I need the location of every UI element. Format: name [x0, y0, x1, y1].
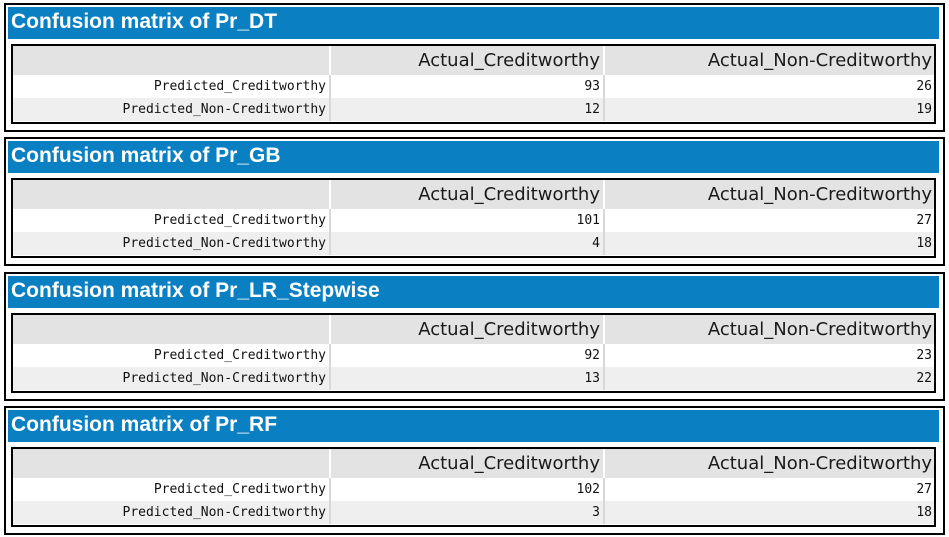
row-label-predicted-non-creditworthy: Predicted_Non-Creditworthy — [122, 371, 327, 386]
row-label-predicted-non-creditworthy: Predicted_Non-Creditworthy — [122, 505, 327, 520]
table-row: Predicted_Non-Creditworthy 13 22 — [13, 367, 934, 390]
column-header-actual-creditworthy: Actual_Creditworthy — [329, 180, 603, 209]
table-header-row: Actual_Creditworthy Actual_Non-Creditwor… — [13, 449, 934, 478]
row-label-predicted-creditworthy: Predicted_Creditworthy — [153, 348, 326, 363]
column-header-actual-non-creditworthy: Actual_Non-Creditworthy — [603, 46, 934, 75]
cell-value: 18 — [603, 232, 934, 255]
cell-value: 93 — [329, 75, 603, 98]
cell-value: 26 — [603, 75, 934, 98]
confusion-matrix-panels: Confusion matrix of Pr_DT Actual_Creditw… — [0, 0, 949, 537]
cell-value: 23 — [603, 344, 934, 367]
table-header-row: Actual_Creditworthy Actual_Non-Creditwor… — [13, 180, 934, 209]
cell-value: 3 — [329, 501, 603, 524]
cell-value: 102 — [329, 478, 603, 501]
confusion-matrix-panel-gb: Confusion matrix of Pr_GB Actual_Creditw… — [4, 137, 945, 266]
corner-header-cell — [13, 180, 329, 209]
row-label-predicted-creditworthy: Predicted_Creditworthy — [153, 213, 326, 228]
cell-value: 27 — [603, 209, 934, 232]
column-header-actual-creditworthy: Actual_Creditworthy — [329, 46, 603, 75]
confusion-matrix-panel-rf: Confusion matrix of Pr_RF Actual_Creditw… — [4, 406, 945, 535]
cell-value: 18 — [603, 501, 934, 524]
table-row: Predicted_Creditworthy 92 23 — [13, 344, 934, 367]
table-row: Predicted_Non-Creditworthy 12 19 — [13, 98, 934, 121]
table-row: Predicted_Non-Creditworthy 3 18 — [13, 501, 934, 524]
row-label-predicted-non-creditworthy: Predicted_Non-Creditworthy — [122, 102, 327, 117]
confusion-matrix-table: Actual_Creditworthy Actual_Non-Creditwor… — [11, 44, 936, 124]
column-header-actual-non-creditworthy: Actual_Non-Creditworthy — [603, 180, 934, 209]
confusion-matrix-table: Actual_Creditworthy Actual_Non-Creditwor… — [11, 313, 936, 393]
panel-title: Confusion matrix of Pr_DT — [8, 7, 939, 39]
confusion-matrix-table: Actual_Creditworthy Actual_Non-Creditwor… — [11, 178, 936, 258]
column-header-actual-non-creditworthy: Actual_Non-Creditworthy — [603, 449, 934, 478]
panel-title: Confusion matrix of Pr_RF — [8, 410, 939, 442]
panel-title: Confusion matrix of Pr_GB — [8, 141, 939, 173]
cell-value: 19 — [603, 98, 934, 121]
table-header-row: Actual_Creditworthy Actual_Non-Creditwor… — [13, 315, 934, 344]
row-label-predicted-creditworthy: Predicted_Creditworthy — [153, 79, 326, 94]
row-label-predicted-non-creditworthy: Predicted_Non-Creditworthy — [122, 236, 327, 251]
cell-value: 92 — [329, 344, 603, 367]
table-header-row: Actual_Creditworthy Actual_Non-Creditwor… — [13, 46, 934, 75]
confusion-matrix-panel-lr-stepwise: Confusion matrix of Pr_LR_Stepwise Actua… — [4, 272, 945, 401]
cell-value: 4 — [329, 232, 603, 255]
table-row: Predicted_Creditworthy 102 27 — [13, 478, 934, 501]
column-header-actual-creditworthy: Actual_Creditworthy — [329, 449, 603, 478]
cell-value: 22 — [603, 367, 934, 390]
cell-value: 27 — [603, 478, 934, 501]
confusion-matrix-table: Actual_Creditworthy Actual_Non-Creditwor… — [11, 447, 936, 527]
column-header-actual-non-creditworthy: Actual_Non-Creditworthy — [603, 315, 934, 344]
table-row: Predicted_Non-Creditworthy 4 18 — [13, 232, 934, 255]
cell-value: 101 — [329, 209, 603, 232]
column-header-actual-creditworthy: Actual_Creditworthy — [329, 315, 603, 344]
row-label-predicted-creditworthy: Predicted_Creditworthy — [153, 482, 326, 497]
cell-value: 13 — [329, 367, 603, 390]
table-row: Predicted_Creditworthy 93 26 — [13, 75, 934, 98]
table-row: Predicted_Creditworthy 101 27 — [13, 209, 934, 232]
corner-header-cell — [13, 46, 329, 75]
cell-value: 12 — [329, 98, 603, 121]
corner-header-cell — [13, 449, 329, 478]
corner-header-cell — [13, 315, 329, 344]
panel-title: Confusion matrix of Pr_LR_Stepwise — [8, 276, 939, 308]
confusion-matrix-panel-dt: Confusion matrix of Pr_DT Actual_Creditw… — [4, 3, 945, 132]
